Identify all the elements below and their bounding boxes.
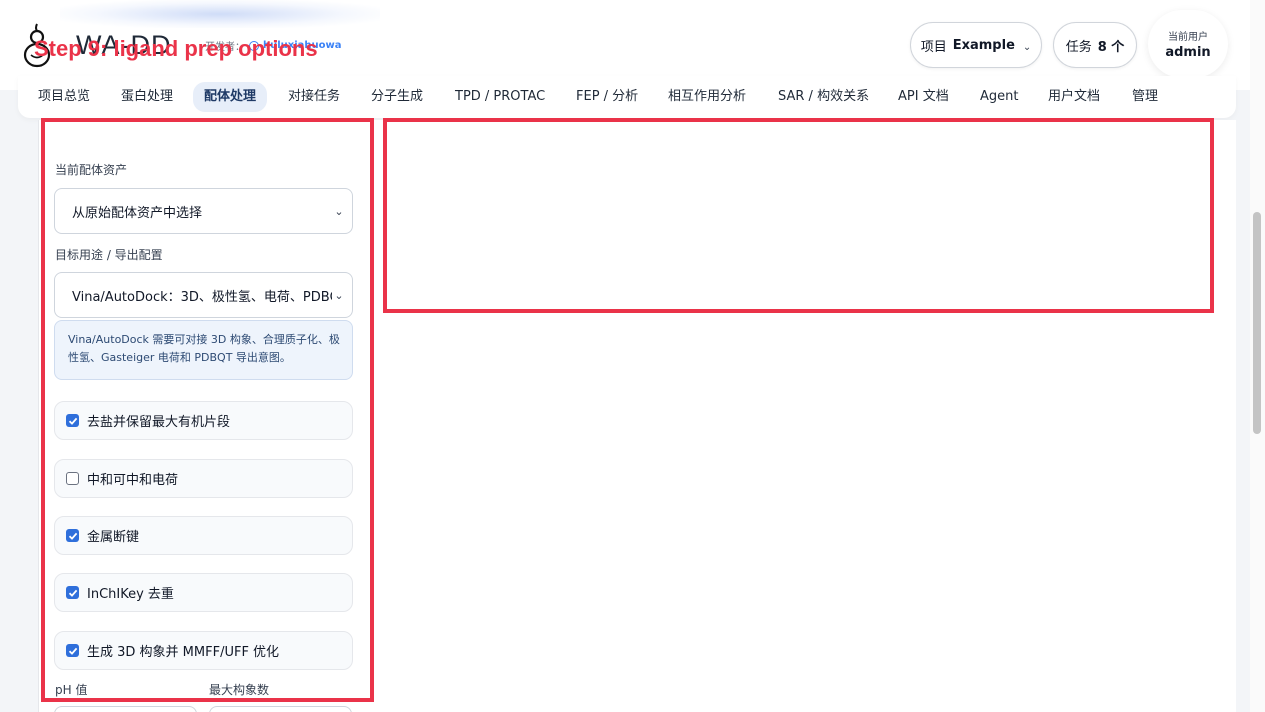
tab-admin[interactable]: 管理 <box>1132 82 1158 112</box>
tasks-button[interactable]: 任务 8 个 <box>1053 22 1137 68</box>
step-annotation: Step 9: ligand prep options <box>34 36 318 61</box>
tab-api-docs[interactable]: API 文档 <box>898 82 949 112</box>
header-glow <box>60 0 380 28</box>
current-user-name: admin <box>1165 45 1211 60</box>
tab-project-overview[interactable]: 项目总览 <box>38 82 90 112</box>
ph-input[interactable] <box>54 706 197 712</box>
tab-ligand-prep[interactable]: 配体处理 <box>193 82 268 112</box>
tab-tpd-protac[interactable]: TPD / PROTAC <box>455 82 545 112</box>
current-user-label: 当前用户 <box>1168 32 1208 43</box>
project-label: 项目 <box>920 39 947 55</box>
highlight-box-preview <box>383 118 1214 313</box>
highlight-box-options <box>41 118 374 702</box>
project-value: Example <box>952 37 1015 53</box>
tab-agent[interactable]: Agent <box>980 82 1018 112</box>
tab-docking-jobs[interactable]: 对接任务 <box>288 82 340 112</box>
tab-protein-prep[interactable]: 蛋白处理 <box>121 82 173 112</box>
tab-interaction-analysis[interactable]: 相互作用分析 <box>668 82 746 112</box>
scrollbar-thumb[interactable] <box>1253 212 1261 434</box>
max-conformers-input[interactable] <box>209 706 352 712</box>
current-user-menu[interactable]: 当前用户 admin <box>1148 10 1228 78</box>
tab-user-docs[interactable]: 用户文档 <box>1048 82 1100 112</box>
tab-molecule-generation[interactable]: 分子生成 <box>371 82 423 112</box>
tasks-label: 任务 <box>1065 39 1092 55</box>
tab-sar[interactable]: SAR / 构效关系 <box>778 82 869 112</box>
chevron-down-icon: ⌄ <box>1022 41 1032 53</box>
project-selector[interactable]: 项目 Example ⌄ <box>910 22 1042 68</box>
tab-fep-analysis[interactable]: FEP / 分析 <box>576 82 638 112</box>
main-tabs: 项目总览 蛋白处理 配体处理 对接任务 分子生成 TPD / PROTAC FE… <box>18 76 1236 118</box>
tasks-count: 8 个 <box>1097 39 1125 55</box>
